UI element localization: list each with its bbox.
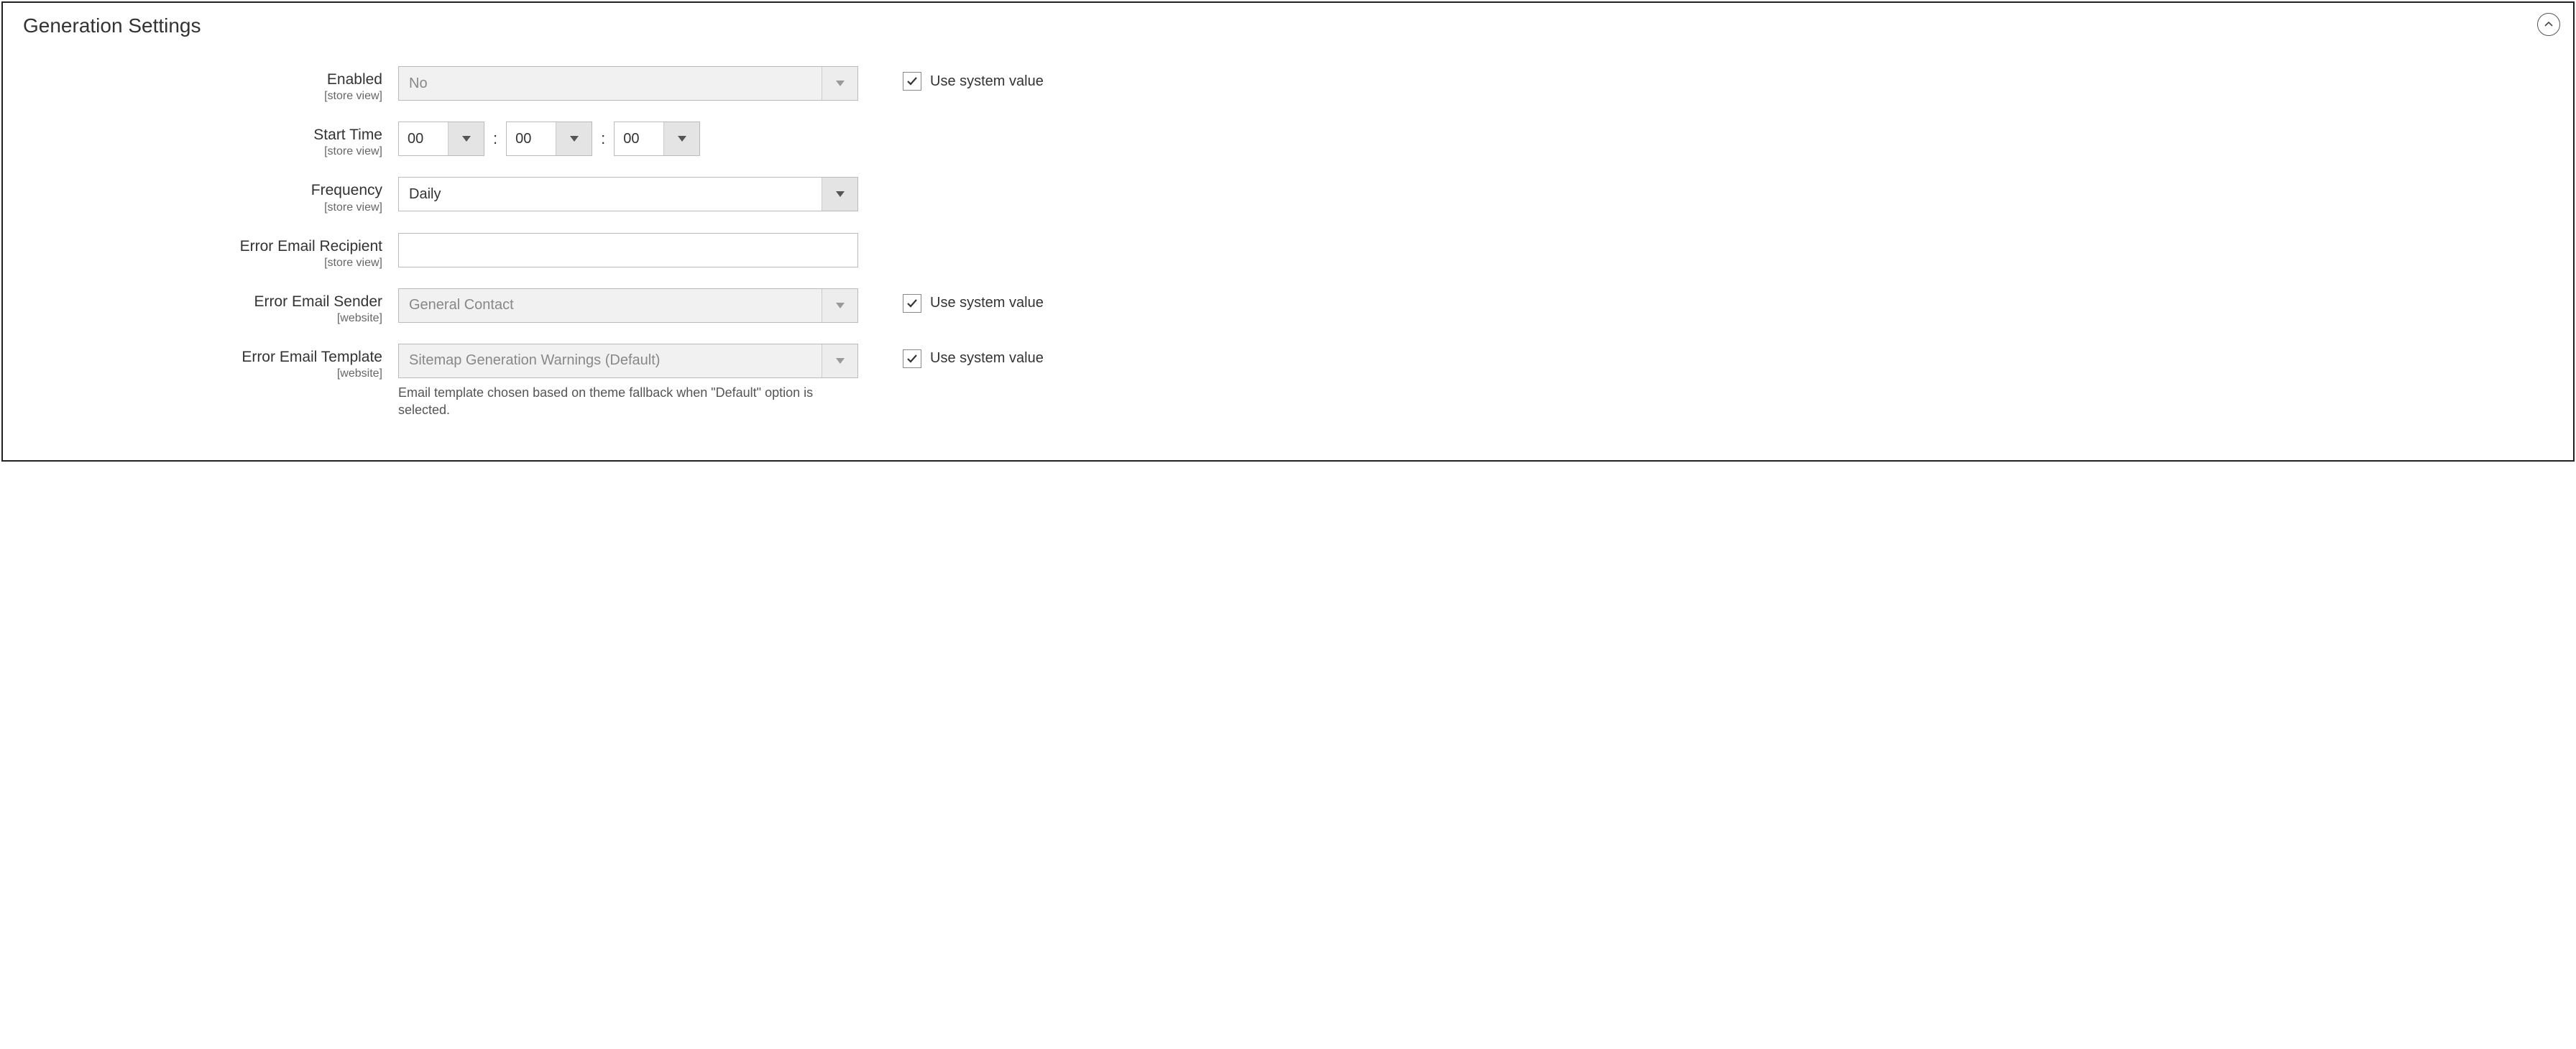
error-recipient-label: Error Email Recipient [210, 237, 382, 255]
control-col: 00 : 00 : 00 [398, 122, 858, 156]
start-time-hour-value: 00 [399, 122, 448, 155]
frequency-label: Frequency [210, 181, 382, 199]
chevron-down-icon [822, 289, 857, 322]
use-system-value-checkbox-sender[interactable] [903, 294, 921, 313]
row-frequency: Frequency [store view] Daily [210, 177, 1072, 214]
start-time-second-value: 00 [615, 122, 663, 155]
start-time-hour-select[interactable]: 00 [398, 122, 484, 156]
enabled-value: No [399, 67, 822, 100]
use-system-value-label: Use system value [930, 350, 1044, 367]
label-col: Error Email Sender [website] [210, 288, 382, 325]
start-time-minute-select[interactable]: 00 [506, 122, 592, 156]
scope-hint: [store view] [210, 90, 382, 103]
control-col: No [398, 66, 858, 101]
panel-title: Generation Settings [23, 14, 2553, 37]
chevron-down-icon [556, 122, 592, 155]
label-col: Error Email Template [website] [210, 344, 382, 380]
error-recipient-input[interactable] [398, 233, 858, 267]
start-time-second-select[interactable]: 00 [614, 122, 700, 156]
error-sender-select: General Contact [398, 288, 858, 323]
start-time-minute-value: 00 [507, 122, 556, 155]
check-icon [906, 297, 919, 310]
sysval-col: Use system value [903, 288, 1044, 313]
generation-settings-panel: Generation Settings Enabled [store view]… [1, 1, 2575, 462]
label-col: Start Time [store view] [210, 122, 382, 158]
enabled-label: Enabled [210, 70, 382, 88]
frequency-value: Daily [399, 178, 822, 211]
control-col: Sitemap Generation Warnings (Default) Em… [398, 344, 858, 419]
row-error-template: Error Email Template [website] Sitemap G… [210, 344, 1072, 419]
use-system-value-checkbox-enabled[interactable] [903, 72, 921, 91]
check-icon [906, 352, 919, 365]
control-col [398, 233, 858, 267]
scope-hint: [store view] [210, 145, 382, 158]
control-col: Daily [398, 177, 858, 211]
error-sender-label: Error Email Sender [210, 293, 382, 311]
scope-hint: [website] [210, 367, 382, 380]
form-rows: Enabled [store view] No Use system value [23, 66, 1072, 419]
check-icon [906, 75, 919, 88]
chevron-down-icon [663, 122, 699, 155]
control-col: General Contact [398, 288, 858, 323]
row-error-sender: Error Email Sender [website] General Con… [210, 288, 1072, 325]
start-time-label: Start Time [210, 126, 382, 144]
row-error-recipient: Error Email Recipient [store view] [210, 233, 1072, 270]
error-template-help: Email template chosen based on theme fal… [398, 384, 858, 419]
chevron-down-icon [448, 122, 484, 155]
enabled-select: No [398, 66, 858, 101]
error-template-value: Sitemap Generation Warnings (Default) [399, 344, 822, 377]
error-template-label: Error Email Template [210, 348, 382, 366]
chevron-down-icon [822, 178, 857, 211]
chevron-down-icon [822, 67, 857, 100]
time-group: 00 : 00 : 00 [398, 122, 858, 156]
use-system-value-label: Use system value [930, 295, 1044, 311]
time-separator: : [599, 129, 607, 148]
scope-hint: [store view] [210, 201, 382, 214]
row-start-time: Start Time [store view] 00 : 00 : [210, 122, 1072, 158]
sysval-col: Use system value [903, 66, 1044, 91]
scope-hint: [store view] [210, 257, 382, 270]
label-col: Error Email Recipient [store view] [210, 233, 382, 270]
label-col: Frequency [store view] [210, 177, 382, 214]
use-system-value-checkbox-template[interactable] [903, 349, 921, 368]
error-template-select: Sitemap Generation Warnings (Default) [398, 344, 858, 378]
error-sender-value: General Contact [399, 289, 822, 322]
label-col: Enabled [store view] [210, 66, 382, 103]
chevron-up-icon [2544, 19, 2554, 29]
row-enabled: Enabled [store view] No Use system value [210, 66, 1072, 103]
time-separator: : [492, 129, 499, 148]
scope-hint: [website] [210, 312, 382, 325]
use-system-value-label: Use system value [930, 73, 1044, 90]
collapse-button[interactable] [2537, 13, 2560, 36]
chevron-down-icon [822, 344, 857, 377]
frequency-select[interactable]: Daily [398, 177, 858, 211]
sysval-col: Use system value [903, 344, 1044, 368]
